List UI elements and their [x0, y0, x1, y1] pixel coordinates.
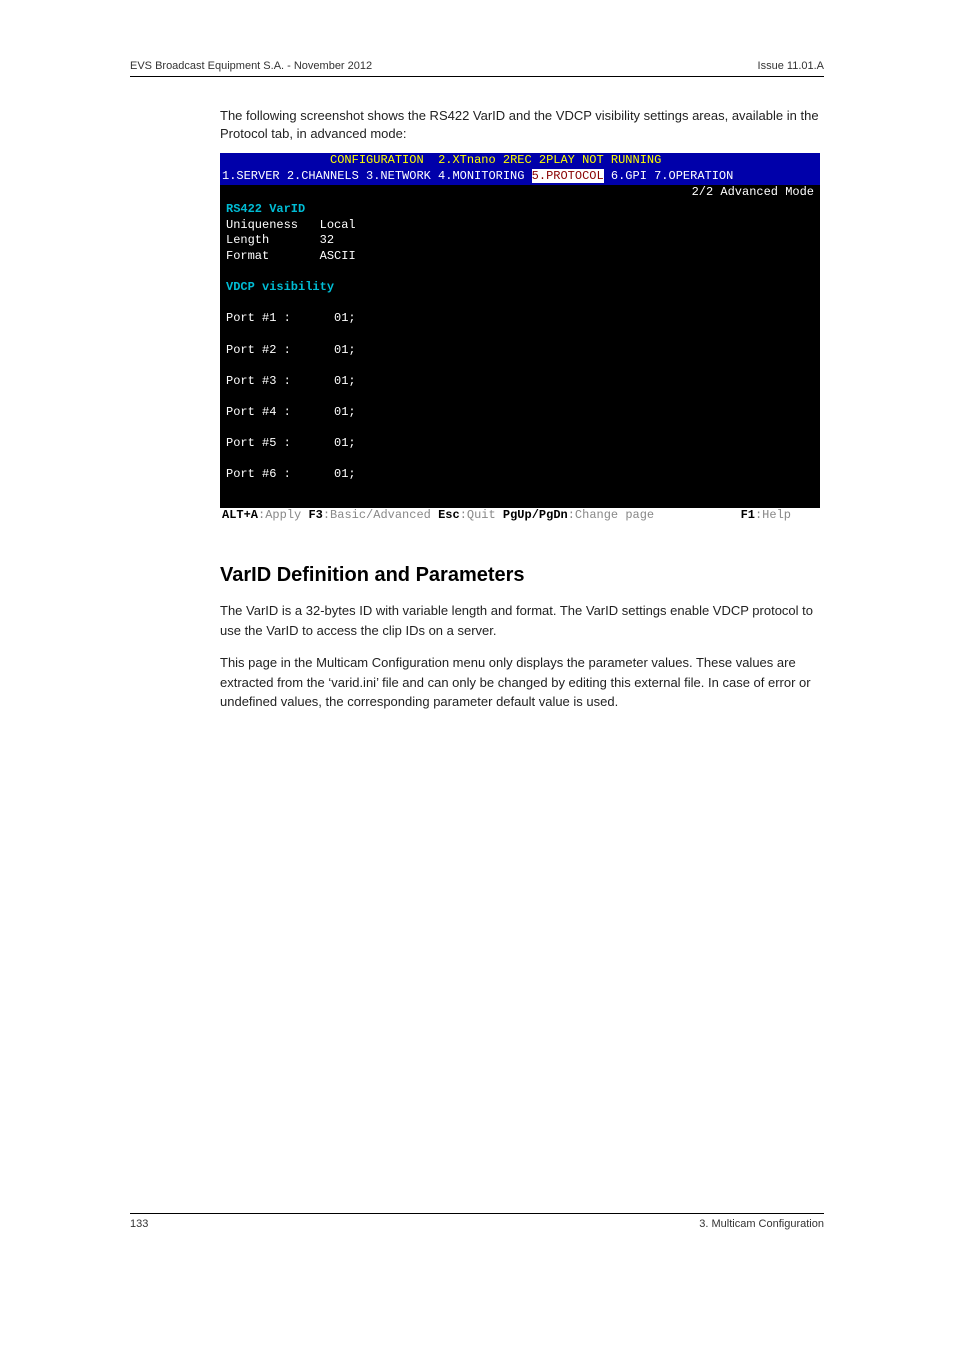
- menu-item: 1.SERVER: [222, 169, 280, 183]
- menu-item: 7.OPERATION: [654, 169, 733, 183]
- terminal-title: CONFIGURATION 2.XTnano 2REC 2PLAY NOT RU…: [220, 153, 820, 169]
- header-right: Issue 11.01.A: [758, 60, 824, 72]
- body-paragraph-2: This page in the Multicam Configuration …: [220, 653, 824, 712]
- menu-item: 2.CHANNELS: [287, 169, 359, 183]
- body-paragraph-1: The VarID is a 32-bytes ID with variable…: [220, 601, 824, 640]
- menu-item: 3.NETWORK: [366, 169, 431, 183]
- page-header: EVS Broadcast Equipment S.A. - November …: [130, 60, 824, 77]
- footer-section: 3. Multicam Configuration: [699, 1218, 824, 1230]
- header-left: EVS Broadcast Equipment S.A. - November …: [130, 60, 372, 72]
- section-heading-rs422: RS422 VarID: [226, 202, 305, 216]
- terminal-footer: ALT+A:Apply F3:Basic/Advanced Esc:Quit P…: [220, 508, 820, 524]
- varid-row: Uniqueness Local: [226, 218, 356, 232]
- varid-row: Length 32: [226, 233, 334, 247]
- page-number: 133: [130, 1218, 148, 1230]
- port-row: Port #3 : 01;: [226, 374, 356, 388]
- port-row: Port #4 : 01;: [226, 405, 356, 419]
- menu-item-selected: 5.PROTOCOL: [532, 169, 604, 183]
- port-row: Port #5 : 01;: [226, 436, 356, 450]
- mode-indicator: 2/2 Advanced Mode: [220, 185, 820, 201]
- page-footer: 133 3. Multicam Configuration: [130, 1213, 824, 1230]
- port-row: Port #1 : 01;: [226, 311, 356, 325]
- intro-paragraph: The following screenshot shows the RS422…: [220, 107, 824, 143]
- port-row: Port #2 : 01;: [226, 343, 356, 357]
- port-row: Port #6 : 01;: [226, 467, 356, 481]
- varid-row: Format ASCII: [226, 249, 356, 263]
- section-heading-vdcp: VDCP visibility: [226, 280, 334, 294]
- terminal-body: RS422 VarID Uniqueness Local Length 32 F…: [220, 200, 820, 508]
- section-heading: VarID Definition and Parameters: [220, 564, 824, 587]
- menu-item: 4.MONITORING: [438, 169, 524, 183]
- terminal-screenshot: CONFIGURATION 2.XTnano 2REC 2PLAY NOT RU…: [220, 153, 820, 524]
- menu-item: 6.GPI: [611, 169, 647, 183]
- terminal-menu: 1.SERVER 2.CHANNELS 3.NETWORK 4.MONITORI…: [220, 169, 820, 185]
